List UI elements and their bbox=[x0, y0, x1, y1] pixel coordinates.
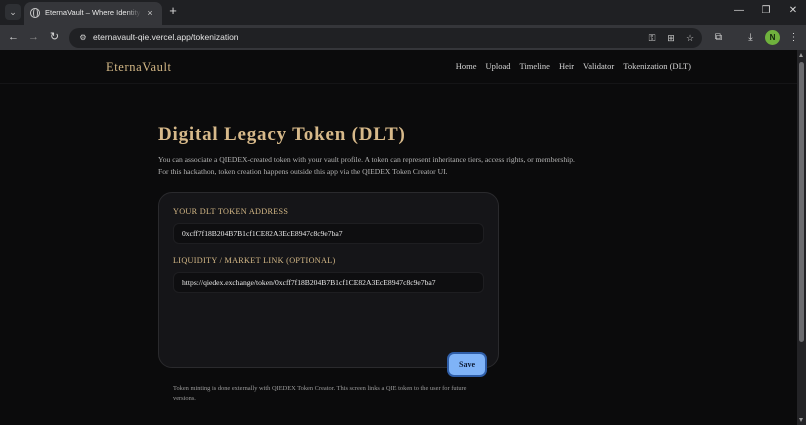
token-address-input[interactable] bbox=[173, 223, 484, 244]
site-info-tune-icon[interactable]: ⚙ bbox=[77, 32, 89, 44]
save-button[interactable]: Save bbox=[449, 354, 485, 375]
browser-tab[interactable]: EternaVault – Where Identity M × bbox=[24, 2, 162, 25]
translate-icon[interactable]: ⊞ bbox=[664, 31, 678, 45]
address-bar[interactable]: ⚙ eternavault-qie.vercel.app/tokenizatio… bbox=[69, 28, 702, 48]
maximize-icon[interactable]: ❐ bbox=[757, 3, 775, 19]
browser-toolbar: ← → ↻ ⚙ eternavault-qie.vercel.app/token… bbox=[0, 25, 806, 50]
new-tab-plus-icon[interactable]: + bbox=[166, 4, 180, 18]
token-form-card: YOUR DLT TOKEN ADDRESS LIQUIDITY / MARKE… bbox=[158, 192, 499, 402]
site-nav: Home Upload Timeline Heir Validator Toke… bbox=[456, 61, 691, 71]
download-icon[interactable]: ⤓ bbox=[743, 30, 758, 45]
nav-timeline[interactable]: Timeline bbox=[520, 61, 550, 71]
nav-home[interactable]: Home bbox=[456, 61, 477, 71]
globe-icon bbox=[30, 7, 40, 18]
token-address-label: YOUR DLT TOKEN ADDRESS bbox=[173, 207, 289, 216]
forward-arrow-icon[interactable]: → bbox=[26, 30, 41, 45]
nav-upload[interactable]: Upload bbox=[486, 61, 511, 71]
description-line-1: You can associate a QIEDEX-created token… bbox=[158, 155, 575, 164]
profile-avatar[interactable]: N bbox=[765, 30, 780, 45]
nav-tokenization[interactable]: Tokenization (DLT) bbox=[623, 61, 691, 71]
password-key-icon[interactable]: ⚿ bbox=[645, 31, 659, 45]
site-header: EternaVault Home Upload Timeline Heir Va… bbox=[0, 50, 797, 84]
scrollbar-thumb[interactable] bbox=[799, 62, 804, 342]
minimize-icon[interactable]: — bbox=[730, 3, 748, 19]
kebab-menu-icon[interactable]: ⋮ bbox=[786, 30, 801, 45]
info-note: Token minting is done externally with QI… bbox=[173, 385, 467, 402]
scroll-down-arrow-icon[interactable] bbox=[799, 418, 803, 422]
bookmark-star-icon[interactable]: ☆ bbox=[683, 31, 697, 45]
close-window-icon[interactable]: ✕ bbox=[784, 3, 802, 19]
url-text[interactable]: eternavault-qie.vercel.app/tokenization bbox=[93, 32, 239, 42]
page-viewport: EternaVault Home Upload Timeline Heir Va… bbox=[0, 50, 797, 425]
page-scrollbar[interactable] bbox=[797, 50, 806, 425]
back-arrow-icon[interactable]: ← bbox=[6, 30, 21, 45]
close-tab-icon[interactable]: × bbox=[144, 7, 156, 19]
page-title: Digital Legacy Token (DLT) bbox=[158, 124, 406, 145]
scroll-up-arrow-icon[interactable] bbox=[799, 53, 803, 57]
site-logo[interactable]: EternaVault bbox=[106, 60, 172, 75]
reload-icon[interactable]: ↻ bbox=[47, 30, 62, 45]
tab-title: EternaVault – Where Identity M bbox=[45, 8, 141, 17]
market-link-label: LIQUIDITY / MARKET LINK (OPTIONAL) bbox=[173, 256, 336, 265]
tab-search-chevron-down-icon[interactable]: ⌄ bbox=[5, 4, 21, 20]
browser-tab-bar: ⌄ EternaVault – Where Identity M × + — ❐… bbox=[0, 0, 806, 25]
market-link-input[interactable] bbox=[173, 272, 484, 293]
nav-heir[interactable]: Heir bbox=[559, 61, 574, 71]
description-line-2: For this hackathon, token creation happe… bbox=[158, 167, 448, 176]
extensions-puzzle-icon[interactable]: ⧉ bbox=[711, 30, 726, 45]
nav-validator[interactable]: Validator bbox=[583, 61, 614, 71]
page-description: You can associate a QIEDEX-created token… bbox=[158, 154, 628, 178]
